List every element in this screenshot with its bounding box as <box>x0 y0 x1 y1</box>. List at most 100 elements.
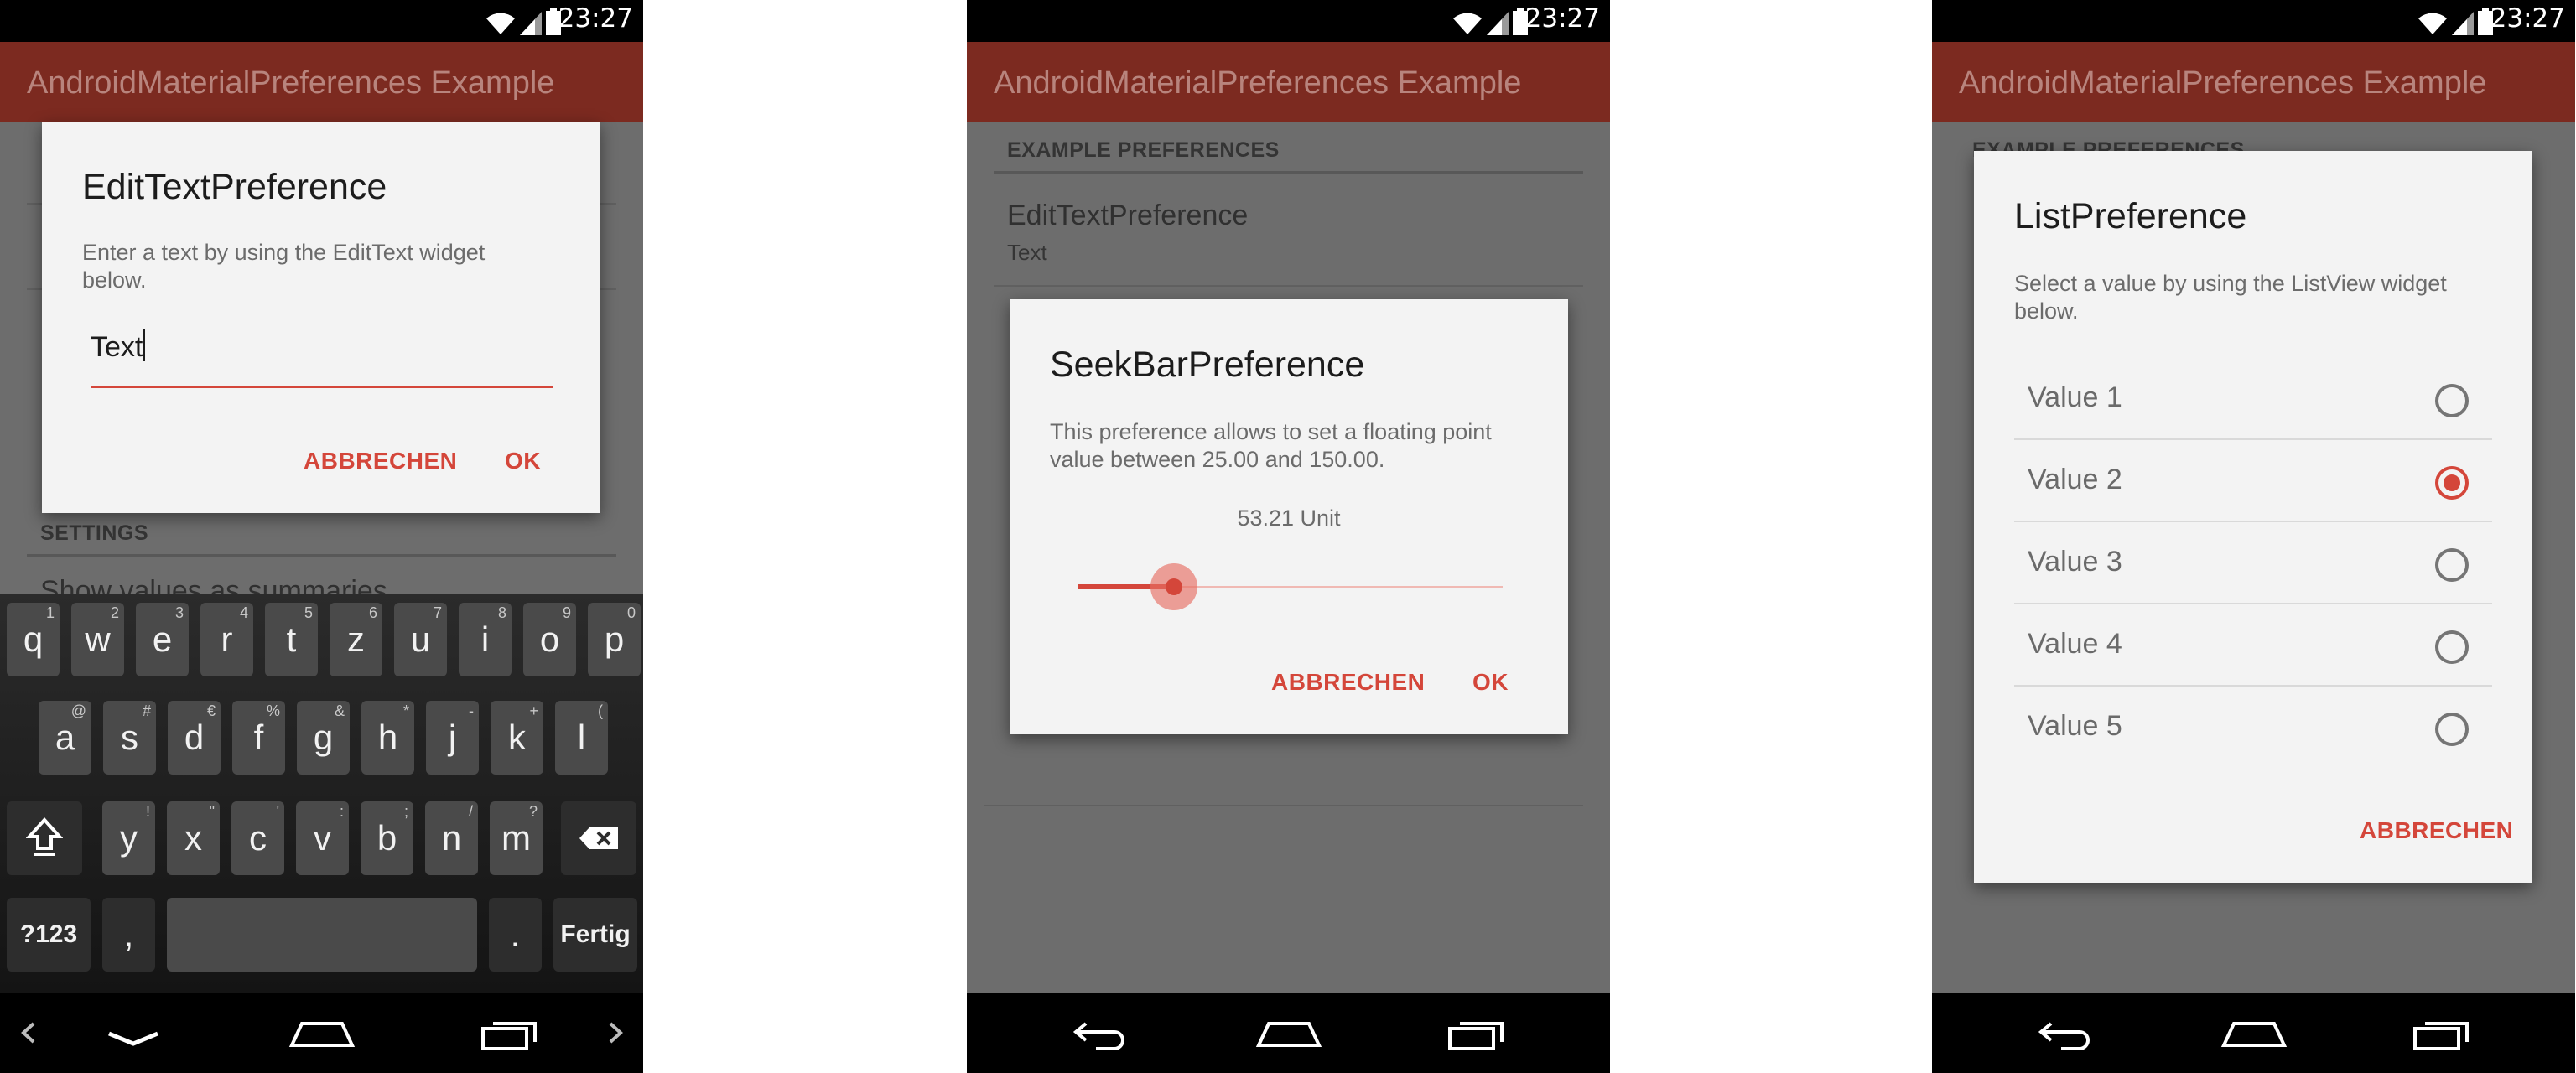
key-label: o <box>539 619 560 659</box>
key-k[interactable]: k + <box>491 701 543 775</box>
phone-screen-edittext: 23:27 AndroidMaterialPreferences Example… <box>0 0 643 1073</box>
period-key[interactable]: . <box>489 898 542 972</box>
settings-divider <box>27 554 616 557</box>
keyboard-hide-icon[interactable] <box>104 1012 163 1054</box>
key-o[interactable]: o9 <box>523 603 576 676</box>
recents-icon[interactable] <box>2412 1012 2472 1054</box>
key-q[interactable]: q1 <box>7 603 60 676</box>
cancel-button[interactable]: ABBRECHEN <box>1271 669 1425 696</box>
shift-icon <box>25 817 64 856</box>
navigation-bar <box>0 993 643 1073</box>
key-hint: # <box>142 702 151 719</box>
key-n[interactable]: n / <box>425 801 478 875</box>
list-option[interactable]: Value 4 <box>2014 604 2492 687</box>
settings-section-header: SETTINGS <box>40 521 149 545</box>
app-bar: AndroidMaterialPreferences Example <box>0 42 643 122</box>
recents-icon[interactable] <box>480 1012 540 1054</box>
key-z[interactable]: z6 <box>330 603 382 676</box>
radio-unchecked-icon[interactable] <box>2435 548 2469 582</box>
key-label: h <box>377 718 398 757</box>
key-hint: ; <box>403 803 408 820</box>
cancel-button[interactable]: ABBRECHEN <box>304 448 457 474</box>
app-title: AndroidMaterialPreferences Example <box>27 65 555 101</box>
recents-icon[interactable] <box>1446 1012 1507 1054</box>
key-d[interactable]: d € <box>168 701 221 775</box>
key-a[interactable]: a @ <box>39 701 91 775</box>
symbols-key[interactable]: ?123 <box>7 898 91 972</box>
key-s[interactable]: s # <box>103 701 156 775</box>
key-f[interactable]: f% <box>232 701 285 775</box>
key-hint: 4 <box>239 604 248 621</box>
text-caret <box>143 329 146 361</box>
status-time: 23:27 <box>558 3 633 34</box>
key-label: z <box>347 619 365 659</box>
wifi-icon <box>2418 13 2447 34</box>
home-icon[interactable] <box>2220 1012 2288 1054</box>
key-label: p <box>604 619 625 659</box>
key-label: n <box>441 818 462 858</box>
backspace-key[interactable] <box>561 801 636 875</box>
list-option[interactable]: Value 2 <box>2014 440 2492 522</box>
key-c[interactable]: c ' <box>231 801 284 875</box>
radio-checked-icon[interactable] <box>2435 466 2469 500</box>
key-hint: @ <box>70 702 86 719</box>
back-icon[interactable] <box>1071 1012 1131 1054</box>
comma-key[interactable]: , <box>102 898 155 972</box>
key-hint: € <box>206 702 216 719</box>
cancel-button[interactable]: ABBRECHEN <box>2360 817 2513 844</box>
example-preferences-header: EXAMPLE PREFERENCES <box>1007 138 1280 162</box>
back-icon[interactable] <box>2036 1012 2096 1054</box>
key-m[interactable]: m? <box>490 801 543 875</box>
shift-key[interactable] <box>7 801 82 875</box>
edittext-preference-item[interactable]: EditTextPreference <box>1007 200 1248 232</box>
ok-button[interactable]: OK <box>1472 669 1509 696</box>
key-hint: 9 <box>562 604 571 621</box>
radio-unchecked-icon[interactable] <box>2435 384 2469 417</box>
status-bar: 23:27 <box>967 0 1610 42</box>
key-i[interactable]: i8 <box>459 603 512 676</box>
phone-screen-list: 23:27 AndroidMaterialPreferences Example… <box>1932 0 2575 1073</box>
list-option[interactable]: Value 1 <box>2014 358 2492 440</box>
status-icons <box>1452 7 1528 35</box>
key-g[interactable]: g & <box>297 701 350 775</box>
home-icon[interactable] <box>288 1012 356 1054</box>
key-e[interactable]: e3 <box>136 603 189 676</box>
dialog-title: EditTextPreference <box>82 167 387 207</box>
done-key[interactable]: Fertig <box>553 898 637 972</box>
edittext-input[interactable]: Text <box>91 329 553 388</box>
key-x[interactable]: x " <box>167 801 220 875</box>
key-r[interactable]: r4 <box>200 603 253 676</box>
list-option[interactable]: Value 5 <box>2014 687 2492 769</box>
key-y[interactable]: y! <box>102 801 155 875</box>
space-key[interactable] <box>167 898 477 972</box>
key-l[interactable]: l( <box>555 701 608 775</box>
radio-unchecked-icon[interactable] <box>2435 630 2469 664</box>
key-label: i <box>480 619 490 659</box>
backspace-icon <box>579 827 618 849</box>
bg-divider <box>994 171 1583 174</box>
key-h[interactable]: h * <box>361 701 414 775</box>
key-hint: 5 <box>304 604 313 621</box>
key-j[interactable]: j- <box>426 701 479 775</box>
navigation-bar <box>1932 993 2575 1073</box>
edittext-preference-summary: Text <box>1007 240 1047 265</box>
key-label: b <box>377 818 397 858</box>
chevron-right-icon[interactable] <box>605 1012 627 1054</box>
key-label: u <box>410 619 431 659</box>
list-option[interactable]: Value 3 <box>2014 522 2492 604</box>
app-title: AndroidMaterialPreferences Example <box>994 65 1522 101</box>
key-u[interactable]: u7 <box>394 603 447 676</box>
edittext-input-value: Text <box>91 331 143 363</box>
key-v[interactable]: v: <box>296 801 349 875</box>
app-title: AndroidMaterialPreferences Example <box>1959 65 2487 101</box>
home-icon[interactable] <box>1255 1012 1322 1054</box>
key-p[interactable]: p0 <box>588 603 641 676</box>
key-label: e <box>152 619 173 659</box>
radio-unchecked-icon[interactable] <box>2435 713 2469 746</box>
chevron-left-icon[interactable] <box>17 1012 39 1054</box>
key-w[interactable]: w2 <box>71 603 124 676</box>
ok-button[interactable]: OK <box>505 448 541 474</box>
key-t[interactable]: t5 <box>265 603 318 676</box>
key-b[interactable]: b; <box>361 801 413 875</box>
soft-keyboard: q1w2e3r4t5z6u7i8o9p0 a @ s # d € f% g & h * j - k + l( … <box>0 594 643 993</box>
